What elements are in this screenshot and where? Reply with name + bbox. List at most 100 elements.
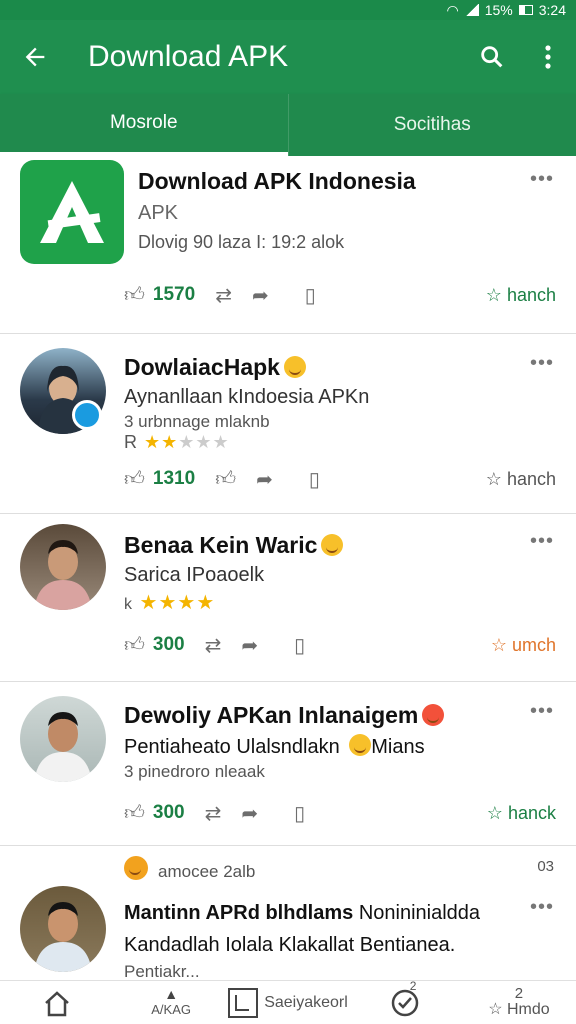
repost-icon[interactable]: ⇄ bbox=[205, 801, 222, 826]
app-icon bbox=[20, 160, 124, 264]
tab-bar: Mosrole Socitihas bbox=[0, 94, 576, 156]
more-vert-icon bbox=[545, 45, 551, 69]
bookmark-icon[interactable]: ▯ bbox=[294, 801, 305, 826]
thumb-up-outline-icon[interactable]: 👍︎ bbox=[215, 467, 236, 491]
heart-eyes-emoji-icon bbox=[422, 704, 445, 726]
page-title: Download APK bbox=[88, 40, 289, 73]
wifi-icon: ◠ bbox=[446, 1, 459, 18]
like-icon[interactable]: 👍︎ bbox=[124, 283, 145, 307]
save-action[interactable]: ☆ hanch bbox=[486, 469, 556, 490]
share-icon[interactable]: ➦ bbox=[252, 283, 269, 308]
star-outline-icon: ☆ bbox=[485, 284, 502, 305]
repost-icon[interactable]: ⇄ bbox=[215, 283, 232, 308]
card-subtitle: APK bbox=[138, 202, 179, 224]
card-subtitle: Kandadlah Iolala Klakallat Bentianea. bbox=[124, 934, 456, 956]
list-item[interactable]: Dewoliy APKan Inlanaigem Pentiaheato Ula… bbox=[0, 682, 576, 846]
feed-list: Download APK Indonesia APK Dlovig 90 laz… bbox=[0, 156, 576, 980]
nav-label: A/KAG bbox=[151, 1002, 192, 1017]
share-icon[interactable]: ➦ bbox=[256, 467, 273, 492]
bookmark-icon[interactable]: ▯ bbox=[294, 633, 305, 658]
avatar bbox=[20, 524, 106, 610]
more-options-icon[interactable]: ••• bbox=[530, 896, 554, 919]
rating-prefix: R bbox=[124, 432, 138, 452]
card-actions: 👍︎ 300 ⇄ ➦ ▯ ☆ umch bbox=[124, 630, 556, 660]
bottom-navigation: ▲ A/KAG Saeiyakeorl 2 2 ☆ Hmdo bbox=[0, 979, 576, 1024]
card-meta: 3 urbnnage mlaknb bbox=[124, 412, 270, 431]
save-action[interactable]: ☆ umch bbox=[491, 635, 556, 656]
like-icon[interactable]: 👍︎ bbox=[124, 467, 145, 491]
overflow-menu-button[interactable] bbox=[520, 20, 576, 94]
star-outline-icon: ☆ bbox=[488, 1001, 503, 1018]
more-options-icon[interactable]: ••• bbox=[530, 352, 554, 375]
tab-socitihas[interactable]: Socitihas bbox=[287, 94, 576, 156]
like-icon[interactable]: 👍︎ bbox=[124, 633, 145, 657]
star-outline-icon: ☆ bbox=[485, 468, 502, 489]
nav-badge: 2 bbox=[409, 978, 417, 993]
more-options-icon[interactable]: ••• bbox=[530, 168, 554, 191]
save-label: hanch bbox=[506, 284, 556, 305]
home-icon bbox=[45, 990, 69, 1016]
card-meta: Dlovig 90 laza I: 19:2 alok bbox=[138, 232, 345, 252]
save-label: hanch bbox=[506, 468, 556, 489]
save-action[interactable]: ☆ hanch bbox=[486, 285, 556, 306]
avatar bbox=[20, 696, 106, 782]
app-screen: ◠ 15% 3:24 Download APK Mosrole Socitiha… bbox=[0, 0, 576, 1024]
nav-label: Saeiyakeorl bbox=[264, 993, 348, 1011]
list-item[interactable]: Download APK Indonesia APK Dlovig 90 laz… bbox=[0, 156, 576, 334]
list-item[interactable]: Benaa Kein Waric Sarica IPoaoelk k ★★★★ … bbox=[0, 514, 576, 682]
search-icon bbox=[481, 46, 503, 68]
save-label: hanck bbox=[507, 802, 556, 823]
share-icon[interactable]: ➦ bbox=[241, 801, 258, 826]
list-item[interactable]: DowlaiacHapk Aynanllaan kIndoesia APKn 3… bbox=[0, 334, 576, 514]
apk-icon: ▲ bbox=[164, 986, 179, 1002]
save-action[interactable]: ☆ hanck bbox=[487, 803, 556, 824]
apk-logo-icon bbox=[40, 181, 104, 243]
save-label: umch bbox=[511, 634, 556, 655]
card-actions: 👍︎ 1310 👍︎ ➦ ▯ ☆ hanch bbox=[124, 464, 556, 494]
rating-prefix: k bbox=[124, 596, 133, 613]
status-time: 3:24 bbox=[538, 2, 566, 18]
avatar bbox=[20, 886, 106, 972]
status-bar: ◠ 15% 3:24 bbox=[0, 0, 576, 20]
signal-icon bbox=[464, 4, 479, 16]
card-subtitle: Sarica IPoaoelk bbox=[124, 564, 265, 586]
repost-icon[interactable]: ⇄ bbox=[205, 633, 222, 658]
card-meta: Pentiakr... bbox=[124, 962, 200, 980]
card-meta: 3 pinedroro nleaak bbox=[124, 762, 265, 781]
like-count: 300 bbox=[152, 802, 185, 823]
nav-save[interactable]: Saeiyakeorl bbox=[228, 987, 348, 1018]
card-subtitle: Aynanllaan kIndoesia APKn bbox=[124, 386, 370, 408]
card-title: Download APK Indonesia bbox=[138, 168, 416, 194]
smile-emoji-icon bbox=[349, 734, 372, 756]
bookmark-icon[interactable]: ▯ bbox=[309, 467, 320, 492]
rating-stars: k ★★★★ bbox=[124, 592, 216, 614]
more-options-icon[interactable]: ••• bbox=[530, 700, 554, 723]
star-outline-icon: ☆ bbox=[490, 634, 507, 655]
nav-badge: 2 bbox=[514, 985, 524, 1002]
more-options-icon[interactable]: ••• bbox=[530, 530, 554, 553]
nav-star[interactable]: 2 ☆ Hmdo bbox=[462, 986, 576, 1019]
card-title: Dewoliy APKan Inlanaigem bbox=[124, 702, 445, 729]
card-subtitle: Pentiaheato Ulalsndlakn Mians bbox=[124, 734, 425, 758]
nav-home[interactable] bbox=[0, 989, 114, 1017]
like-icon[interactable]: 👍︎ bbox=[124, 801, 145, 825]
save-icon bbox=[228, 987, 259, 1018]
bookmark-icon[interactable]: ▯ bbox=[305, 283, 316, 308]
card-header-count: 03 bbox=[537, 858, 554, 875]
card-title: Benaa Kein Waric bbox=[124, 532, 344, 559]
like-count: 300 bbox=[152, 634, 185, 655]
share-icon[interactable]: ➦ bbox=[241, 633, 258, 658]
app-bar: Download APK bbox=[0, 20, 576, 94]
rating-stars: R ★★★★★ bbox=[124, 432, 230, 452]
nav-apk[interactable]: ▲ A/KAG bbox=[114, 986, 228, 1017]
search-button[interactable] bbox=[464, 20, 520, 94]
like-count: 1570 bbox=[152, 284, 196, 305]
nav-check[interactable]: 2 bbox=[348, 979, 462, 1019]
back-button[interactable] bbox=[0, 20, 70, 94]
card-actions: 👍︎ 300 ⇄ ➦ ▯ ☆ hanck bbox=[124, 798, 556, 828]
tab-mosrole[interactable]: Mosrole bbox=[0, 94, 288, 156]
verified-badge-icon bbox=[72, 400, 102, 430]
card-header: amocee 2alb bbox=[124, 856, 255, 882]
list-item[interactable]: amocee 2alb 03 Mantinn APRd blhdlams Non… bbox=[0, 846, 576, 980]
card-actions: 👍︎ 1570 ⇄ ➦ ▯ ☆ hanch bbox=[124, 280, 556, 310]
